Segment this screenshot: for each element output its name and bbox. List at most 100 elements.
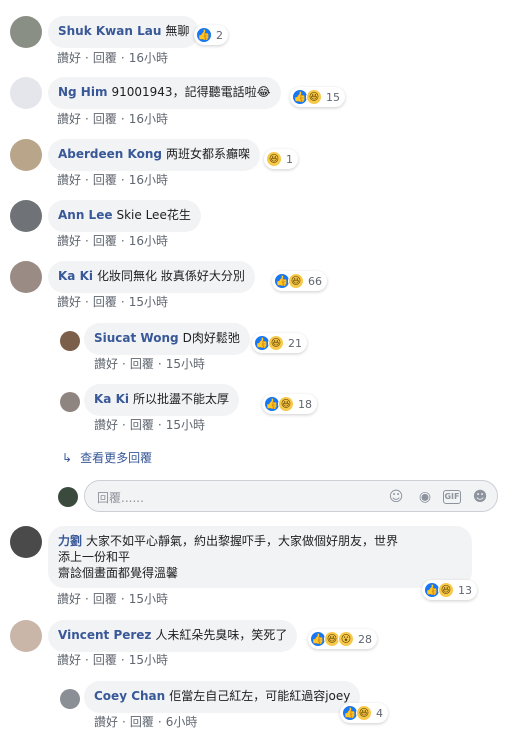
comment-author[interactable]: Ka Ki [94,392,129,406]
avatar[interactable] [10,526,42,558]
comment-actions: 讚好 · 回覆 · 15小時 [94,418,205,432]
reaction-summary[interactable]: 😆 1 [264,149,298,169]
comment-time[interactable]: 15小時 [166,357,205,371]
reply-link[interactable]: 回覆 [93,653,117,667]
comment-time[interactable]: 15小時 [129,295,168,309]
gif-icon[interactable]: GIF [443,490,461,504]
avatar[interactable] [60,689,80,709]
haha-icon: 😆 [266,151,282,167]
comment-text: Skie Lee花生 [116,208,191,222]
reaction-summary[interactable]: 👍 😆 66 [272,271,327,291]
comment-bubble: Ka Ki 化妝同無化 妝真係好大分別 [48,261,255,293]
avatar[interactable] [10,16,42,48]
reaction-count: 1 [286,152,293,166]
reaction-count: 15 [326,90,340,104]
reply-compose-box[interactable]: 回覆...... ☺ ◉ GIF ☻ [84,480,498,512]
comment-bubble: Shuk Kwan Lau 無聊 [48,16,200,48]
wow-icon: 😮 [338,631,354,647]
comment-text: 無聊 [165,24,190,38]
reply-link[interactable]: 回覆 [93,173,117,187]
reaction-count: 66 [308,274,322,288]
reaction-count: 4 [376,706,383,720]
comment-bubble: Vincent Perez 人未紅朵先臭味，笑死了 [48,620,298,652]
comment-bubble: Ann Lee Skie Lee花生 [48,200,201,232]
reaction-summary[interactable]: 👍 😆 15 [290,87,345,107]
like-link[interactable]: 讚好 [57,51,81,65]
haha-icon: 😆 [306,89,322,105]
comment-author[interactable]: Shuk Kwan Lau [58,24,161,38]
haha-icon: 😆 [278,396,294,412]
comment-time[interactable]: 15小時 [129,653,168,667]
haha-icon: 😆 [288,273,304,289]
reply-link[interactable]: 回覆 [93,234,117,248]
haha-icon: 😆 [268,335,284,351]
comment-bubble: Aberdeen Kong 两班女都系癲㗎 [48,139,261,171]
reply-input[interactable]: 回覆...... [97,489,144,506]
reaction-summary[interactable]: 👍 2 [194,25,228,45]
reaction-summary[interactable]: 👍 😆 😮 28 [308,629,377,649]
avatar[interactable] [10,139,42,171]
like-link[interactable]: 讚好 [94,418,118,432]
comment-bubble: 力劉 大家不如平心靜氣，約出黎握吓手，大家做個好朋友，世界 添上一份和平 齋諗個畫… [48,526,472,588]
reply-link[interactable]: 回覆 [93,51,117,65]
comment-time[interactable]: 16小時 [129,173,168,187]
comment-author[interactable]: Ng Him [58,85,107,99]
like-link[interactable]: 讚好 [57,234,81,248]
sticker-icon[interactable]: ☻ [471,488,489,506]
reply-link[interactable]: 回覆 [93,592,117,606]
emoji-icon[interactable]: ☺ [387,488,405,506]
reply-link[interactable]: 回覆 [93,295,117,309]
avatar[interactable] [60,331,80,351]
comment-text: 化妝同無化 妝真係好大分別 [97,269,245,283]
like-link[interactable]: 讚好 [57,653,81,667]
reaction-summary[interactable]: 👍 😆 21 [252,333,307,353]
comment-author[interactable]: Aberdeen Kong [58,147,162,161]
comment-text: 添上一份和平 [58,550,131,564]
comment-author[interactable]: Vincent Perez [58,628,151,642]
like-link[interactable]: 讚好 [94,357,118,371]
comment-author[interactable]: 力劉 [58,534,82,548]
comment-actions: 讚好 · 回覆 · 15小時 [57,295,168,309]
comment-author[interactable]: Coey Chan [94,689,165,703]
avatar [58,487,78,507]
comment-time[interactable]: 15小時 [166,418,205,432]
avatar[interactable] [10,200,42,232]
comment-actions: 讚好 · 回覆 · 16小時 [57,112,168,126]
comment-time[interactable]: 16小時 [129,112,168,126]
reaction-summary[interactable]: 👍 😆 4 [340,703,388,723]
comment-author[interactable]: Siucat Wong [94,331,179,345]
reply-link[interactable]: 回覆 [130,418,154,432]
like-link[interactable]: 讚好 [94,715,118,729]
avatar[interactable] [60,392,80,412]
like-link[interactable]: 讚好 [57,295,81,309]
avatar[interactable] [10,77,42,109]
reply-link[interactable]: 回覆 [130,357,154,371]
like-link[interactable]: 讚好 [57,112,81,126]
like-link[interactable]: 讚好 [57,592,81,606]
avatar[interactable] [10,620,42,652]
reaction-summary[interactable]: 👍 😆 18 [262,394,317,414]
like-link[interactable]: 讚好 [57,173,81,187]
haha-icon: 😆 [356,705,372,721]
camera-icon[interactable]: ◉ [416,488,434,506]
comment-text: 大家不如平心靜氣，約出黎握吓手，大家做個好朋友，世界 [86,534,399,548]
view-more-replies-link[interactable]: ↳ 查看更多回覆 [62,449,152,466]
comment-time[interactable]: 6小時 [166,715,198,729]
reply-link[interactable]: 回覆 [93,112,117,126]
comment-actions: 讚好 · 回覆 · 15小時 [94,357,205,371]
comment-author[interactable]: Ka Ki [58,269,93,283]
comment-time[interactable]: 15小時 [129,592,168,606]
comment-author[interactable]: Ann Lee [58,208,112,222]
comment-bubble: Ng Him 91001943，記得聽電話啦😂 [48,77,281,109]
comment-time[interactable]: 16小時 [129,234,168,248]
reaction-summary[interactable]: 👍 😆 13 [422,580,477,600]
like-icon: 👍 [196,27,212,43]
comment-time[interactable]: 16小時 [129,51,168,65]
avatar[interactable] [10,261,42,293]
comment-actions: 讚好 · 回覆 · 15小時 [57,592,168,606]
comment-bubble: Ka Ki 所以批盪不能太厚 [84,384,240,416]
view-more-replies-label: 查看更多回覆 [80,451,153,465]
reply-link[interactable]: 回覆 [130,715,154,729]
comment-actions: 讚好 · 回覆 · 16小時 [57,234,168,248]
reaction-count: 18 [298,397,312,411]
